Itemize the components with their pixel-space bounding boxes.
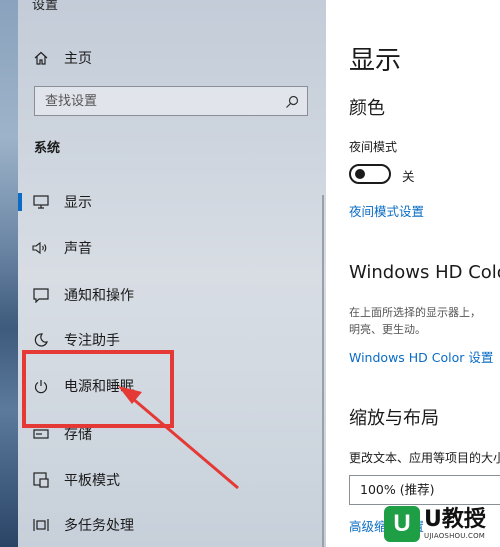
sidebar-item-label: 声音 bbox=[64, 241, 92, 257]
hd-color-description-line2: 明亮、更生动。 bbox=[349, 323, 426, 336]
sidebar-item-label: 显示 bbox=[64, 195, 92, 211]
home-nav-item[interactable]: 主页 bbox=[18, 44, 326, 72]
moon-icon bbox=[32, 331, 50, 349]
home-label: 主页 bbox=[64, 51, 92, 67]
speaker-icon bbox=[32, 239, 50, 257]
watermark-title: U教授 bbox=[424, 506, 486, 532]
sidebar-item-tablet-mode[interactable]: 平板模式 bbox=[18, 464, 326, 496]
hd-color-heading: Windows HD Color bbox=[349, 262, 500, 283]
search-input[interactable] bbox=[35, 87, 275, 115]
night-mode-toggle[interactable] bbox=[349, 164, 391, 184]
search-box[interactable] bbox=[34, 86, 308, 116]
window-title: 设置 bbox=[32, 0, 59, 13]
home-icon bbox=[34, 51, 48, 65]
scale-layout-heading: 缩放与布局 bbox=[349, 408, 439, 429]
watermark-u-icon: U bbox=[384, 505, 420, 542]
night-mode-settings-link[interactable]: 夜间模式设置 bbox=[349, 201, 424, 220]
section-title: 系统 bbox=[34, 141, 61, 156]
night-mode-label: 夜间模式 bbox=[349, 140, 398, 154]
sidebar-item-display[interactable]: 显示 bbox=[18, 186, 326, 218]
desktop-background-strip bbox=[0, 0, 18, 547]
page-title: 显示 bbox=[349, 46, 402, 76]
tablet-icon bbox=[32, 471, 50, 489]
scale-description: 更改文本、应用等项目的大小 bbox=[349, 451, 500, 465]
watermark-logo: U U教授 UJIAOSHOU.COM bbox=[384, 500, 500, 547]
hd-color-settings-link[interactable]: Windows HD Color 设置 bbox=[349, 347, 493, 366]
multitask-icon bbox=[32, 516, 50, 534]
sidebar-item-label: 平板模式 bbox=[64, 473, 120, 489]
sidebar-item-sound[interactable]: 声音 bbox=[18, 232, 326, 264]
night-mode-state: 关 bbox=[402, 169, 415, 184]
sidebar-item-label: 多任务处理 bbox=[64, 518, 134, 534]
notification-icon bbox=[32, 286, 50, 304]
display-settings-panel: 显示 颜色 夜间模式 关 夜间模式设置 Windows HD Color 在上面… bbox=[326, 0, 500, 547]
monitor-icon bbox=[32, 193, 50, 211]
sidebar-scrollbar[interactable] bbox=[322, 195, 324, 547]
watermark-url: UJIAOSHOU.COM bbox=[424, 531, 486, 540]
settings-sidebar: 设置 主页 系统 显示 声音 通知和操作 专注助手 bbox=[18, 0, 326, 547]
search-icon[interactable] bbox=[285, 94, 299, 108]
sidebar-item-notifications[interactable]: 通知和操作 bbox=[18, 279, 326, 311]
hd-color-description: 在上面所选择的显示器上， bbox=[349, 306, 481, 319]
highlight-box bbox=[22, 350, 174, 428]
toggle-knob bbox=[355, 169, 365, 179]
sidebar-item-multitasking[interactable]: 多任务处理 bbox=[18, 509, 326, 541]
sidebar-item-label: 通知和操作 bbox=[64, 288, 134, 304]
color-heading: 颜色 bbox=[349, 98, 385, 119]
sidebar-item-label: 专注助手 bbox=[64, 333, 120, 349]
